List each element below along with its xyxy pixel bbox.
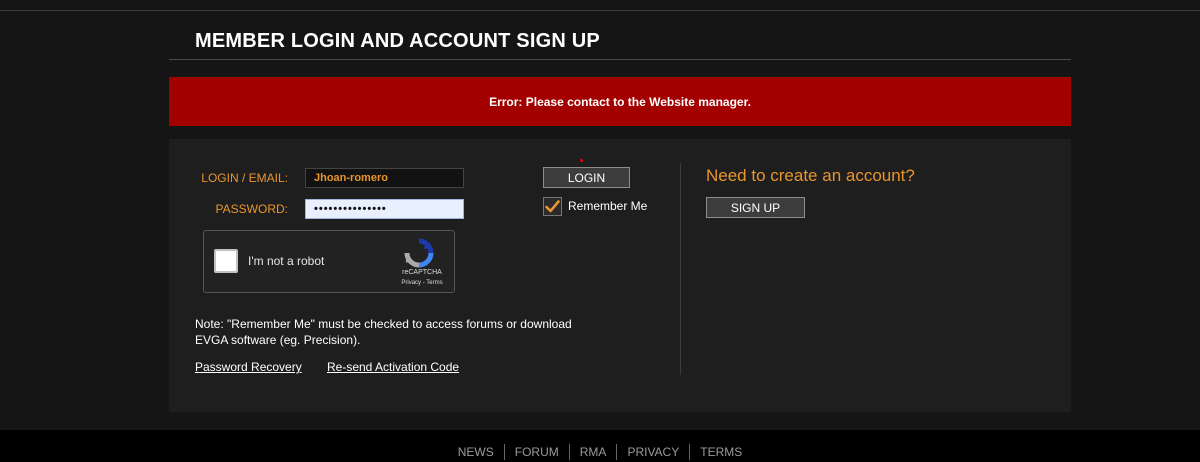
footer-link-terms[interactable]: TERMS	[689, 444, 752, 460]
required-indicator	[580, 159, 583, 162]
footer: NEWS FORUM RMA PRIVACY TERMS	[0, 430, 1200, 462]
login-email-label: LOGIN / EMAIL:	[201, 171, 288, 185]
remember-me-note: Note: "Remember Me" must be checked to a…	[195, 317, 572, 347]
recaptcha-checkbox[interactable]	[214, 249, 238, 273]
checkmark-icon	[545, 200, 560, 213]
recaptcha-brand: reCAPTCHA	[402, 269, 442, 276]
login-email-input[interactable]	[305, 168, 464, 188]
recaptcha-label: I'm not a robot	[248, 254, 325, 268]
password-input[interactable]	[305, 199, 464, 219]
password-label: PASSWORD:	[215, 202, 288, 216]
login-panel: LOGIN / EMAIL: PASSWORD: LOGIN Remember …	[169, 139, 1071, 412]
footer-link-rma[interactable]: RMA	[568, 444, 617, 460]
footer-link-forum[interactable]: FORUM	[503, 444, 569, 460]
create-account-heading: Need to create an account?	[706, 166, 915, 185]
page-title: MEMBER LOGIN AND ACCOUNT SIGN UP	[195, 30, 600, 52]
title-divider	[169, 59, 1071, 60]
login-button[interactable]: LOGIN	[543, 167, 630, 188]
recaptcha-privacy-terms[interactable]: Privacy - Terms	[396, 280, 448, 286]
error-banner: Error: Please contact to the Website man…	[169, 77, 1071, 126]
sign-up-button[interactable]: SIGN UP	[706, 197, 805, 218]
resend-activation-link[interactable]: Re-send Activation Code	[327, 360, 459, 374]
remember-me-checkbox[interactable]	[543, 197, 562, 216]
top-divider	[0, 10, 1200, 11]
remember-me-label: Remember Me	[568, 199, 648, 213]
password-recovery-link[interactable]: Password Recovery	[195, 360, 302, 374]
footer-link-news[interactable]: NEWS	[448, 444, 504, 460]
footer-link-privacy[interactable]: PRIVACY	[616, 444, 689, 460]
recaptcha-logo-icon	[404, 238, 434, 268]
section-divider	[680, 163, 681, 375]
footer-nav: NEWS FORUM RMA PRIVACY TERMS	[0, 444, 1200, 460]
error-message: Error: Please contact to the Website man…	[489, 94, 751, 109]
recaptcha-widget: I'm not a robot reCAPTCHA Privacy - Term…	[203, 230, 455, 293]
